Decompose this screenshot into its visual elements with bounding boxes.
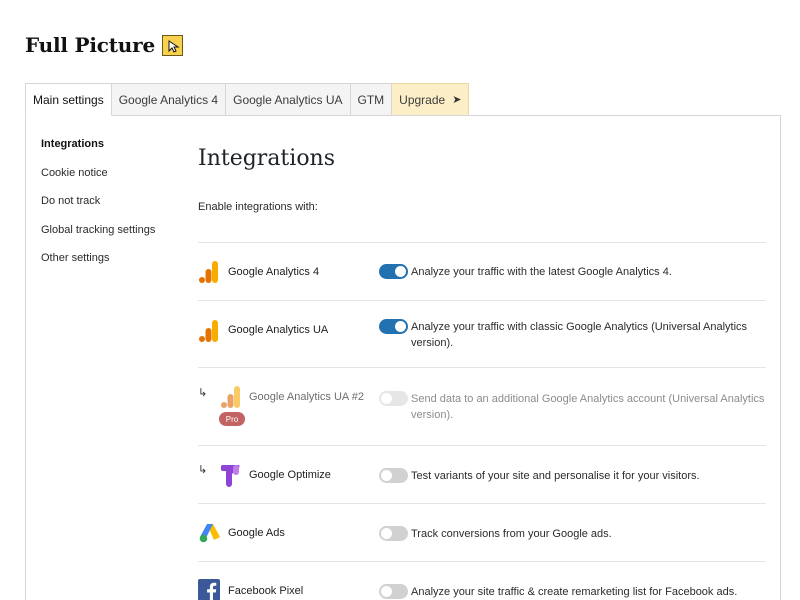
integration-description: Analyze your traffic with classic Google… (411, 321, 748, 349)
settings-panel: Integrations Cookie notice Do not track … (25, 115, 781, 600)
ga-ua-2-toggle[interactable] (379, 391, 408, 406)
integration-row-ga-ua-2: ↳ Pro Google Analytics UA #2 Send data t… (198, 368, 766, 446)
tab-label: Upgrade (399, 92, 446, 107)
google-analytics-icon (199, 261, 219, 288)
tab-google-analytics-ua[interactable]: Google Analytics UA (226, 83, 351, 116)
ga-ua-toggle[interactable] (379, 319, 408, 334)
integration-row-google-ads: Google Ads Track conversions from your G… (198, 504, 766, 562)
subnav-item-cookie-notice[interactable]: Cookie notice (41, 167, 155, 181)
integrations-list: Google Analytics 4 Analyze your traffic … (198, 242, 766, 600)
tab-google-analytics-4[interactable]: Google Analytics 4 (111, 83, 227, 116)
subnav-item-integrations[interactable]: Integrations (41, 138, 155, 152)
integration-description: Analyze your site traffic & create remar… (411, 586, 738, 598)
sub-item-arrow-icon: ↳ (198, 387, 208, 399)
integration-name: Google Analytics 4 (228, 266, 320, 278)
pro-badge: Pro (219, 412, 245, 426)
integration-name: Facebook Pixel (228, 585, 304, 597)
tab-label: Google Analytics UA (233, 92, 343, 107)
ga4-toggle[interactable] (379, 264, 408, 279)
google-optimize-icon (220, 463, 241, 492)
tab-gtm[interactable]: GTM (350, 83, 393, 116)
integration-name: Google Ads (228, 527, 285, 539)
sub-item-arrow-icon: ↳ (198, 464, 208, 476)
google-analytics-icon (199, 320, 219, 347)
integration-name: Google Analytics UA (228, 324, 329, 336)
facebook-pixel-toggle[interactable] (379, 584, 408, 599)
logo-icon (162, 34, 184, 56)
app-header: Full Picture (25, 33, 184, 57)
integration-description: Track conversions from your Google ads. (411, 528, 612, 540)
integration-name: Google Optimize (249, 469, 331, 481)
integration-row-ga-ua: Google Analytics UA Analyze your traffic… (198, 301, 766, 368)
integration-row-ga4: Google Analytics 4 Analyze your traffic … (198, 243, 766, 301)
tab-label: GTM (357, 92, 385, 107)
tab-label: Main settings (33, 92, 104, 107)
integration-name: Google Analytics UA #2 (249, 391, 364, 403)
settings-tabs: Main settings Google Analytics 4 Google … (25, 83, 470, 116)
tab-main-settings[interactable]: Main settings (25, 83, 112, 116)
integration-description: Send data to an additional Google Analyt… (411, 393, 765, 421)
integration-description: Test variants of your site and personali… (411, 470, 700, 482)
subnav-item-other-settings[interactable]: Other settings (41, 252, 155, 266)
tab-label: Google Analytics 4 (118, 92, 219, 107)
facebook-icon (198, 579, 220, 600)
google-ads-icon (199, 523, 221, 548)
google-optimize-toggle[interactable] (379, 468, 408, 483)
integration-row-facebook-pixel: Facebook Pixel Analyze your site traffic… (198, 562, 766, 600)
google-ads-toggle[interactable] (379, 526, 408, 541)
section-nav: Integrations Cookie notice Do not track … (41, 138, 155, 281)
page-title: Integrations (198, 146, 336, 171)
integration-row-google-optimize: ↳ Google Optimize Test variants of your … (198, 446, 766, 504)
intro-text: Enable integrations with: (198, 201, 318, 213)
google-analytics-icon (221, 386, 241, 413)
app-title: Full Picture (25, 33, 156, 57)
integration-description: Analyze your traffic with the latest Goo… (411, 266, 672, 278)
tab-upgrade[interactable]: Upgrade ➤ (392, 83, 470, 116)
send-arrow-icon: ➤ (452, 94, 462, 106)
subnav-item-do-not-track[interactable]: Do not track (41, 195, 155, 209)
subnav-item-global-tracking-settings[interactable]: Global tracking settings (41, 224, 155, 238)
